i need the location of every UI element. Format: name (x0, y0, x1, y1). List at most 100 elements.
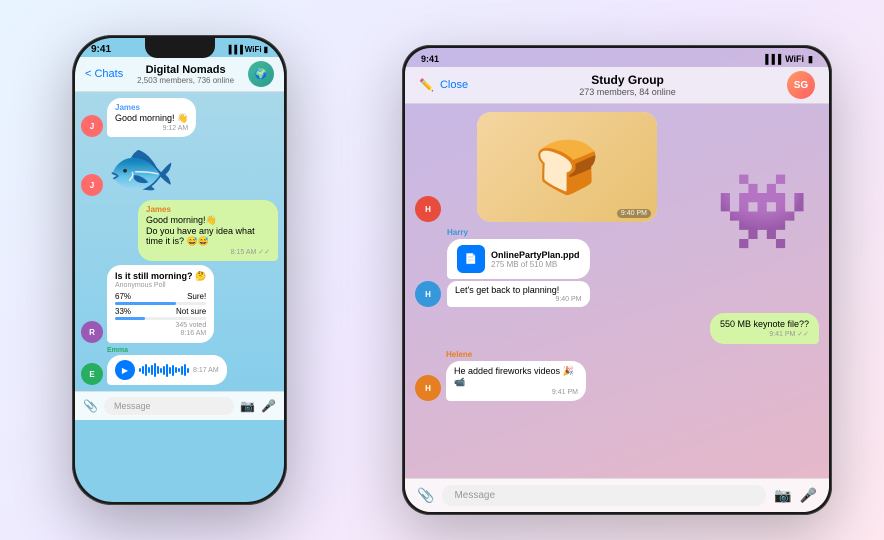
wave-12 (172, 365, 174, 376)
ipad-header-left: ✏️ Close (419, 78, 468, 92)
voice-msg-container: Emma ▶ (107, 347, 227, 385)
iphone-chat-header: < Chats Digital Nomads 2,503 members, 73… (75, 57, 284, 92)
sender-james: James (115, 103, 188, 112)
ipad-chat-body: H 🍞 9:40 PM 👾 H Harry (405, 104, 829, 478)
bubble-right-ipad: 550 MB keynote file?? 9:41 PM ✓✓ (710, 313, 819, 344)
poll-time: 8:16 AM (115, 330, 206, 337)
harry-text-bubble: Let's get back to planning! 9:40 PM (447, 281, 590, 307)
ipad-sticker-monster: 👾 (716, 164, 809, 256)
wave-7 (157, 366, 159, 374)
attachment-icon[interactable]: 📎 (83, 399, 98, 413)
wave-4 (148, 367, 150, 373)
bubble-james-right: James Good morning!👋Do you have any idea… (138, 200, 278, 261)
ipad-header-center: Study Group 273 members, 84 online (468, 73, 787, 97)
msg-sticker: J 🐟 (81, 141, 278, 196)
helene-msg-text: He added fireworks videos 🎉📹 (454, 366, 574, 387)
wave-17 (187, 368, 189, 373)
msg-text-james-r: Good morning!👋Do you have any idea what … (146, 215, 255, 246)
monster-emoji: 👾 (716, 169, 809, 253)
ipad-close-button[interactable]: Close (440, 79, 468, 91)
ipad-chat-title: Study Group (468, 73, 787, 87)
wave-1 (139, 368, 141, 372)
sticker-fish: 🐟 (107, 141, 175, 196)
avatar-helene: H (415, 375, 441, 401)
filesize: 275 MB of 510 MB (491, 260, 580, 269)
toast-sticker: 🍞 (535, 137, 600, 198)
msg-james-right: James Good morning!👋Do you have any idea… (81, 200, 278, 261)
wave-13 (175, 367, 177, 373)
helene-bubble: He added fireworks videos 🎉📹 9:41 PM (446, 361, 586, 401)
ipad-message-input[interactable]: Message (442, 485, 766, 506)
iphone-header-info: Digital Nomads 2,503 members, 736 online (129, 64, 242, 85)
helene-msg-time: 9:41 PM (454, 389, 578, 396)
helene-sender: Helene (446, 350, 586, 359)
ipad-status-icons: ▐▐▐ WiFi ▮ (762, 54, 813, 65)
ipad-wifi-icon: WiFi (785, 54, 804, 65)
msg-james-1: J James Good morning! 👋 9:12 AM (81, 98, 278, 137)
poll-label-2: 33%Not sure (115, 307, 206, 316)
file-info: OnlinePartyPlan.ppd 275 MB of 510 MB (491, 250, 580, 269)
iphone-device: 9:41 ▐▐▐ WiFi ▮ < Chats Digital Nomads 2… (72, 35, 287, 505)
poll-bar-bg-1 (115, 302, 206, 305)
iphone-input-bar: 📎 Message 📷 🎤 (75, 391, 284, 420)
harry-msg-container: Harry 📄 OnlinePartyPlan.ppd 275 MB of 51… (447, 228, 590, 307)
poll-option-1: 67%Sure! (115, 292, 206, 305)
wave-9 (163, 366, 165, 375)
wave-6 (154, 363, 156, 377)
waveform (139, 362, 189, 378)
wave-15 (181, 366, 183, 375)
file-bubble: 📄 OnlinePartyPlan.ppd 275 MB of 510 MB (447, 239, 590, 279)
battery-icon: ▮ (264, 45, 268, 54)
ipad-camera-icon[interactable]: 📷 (774, 487, 791, 504)
iphone-chat-title: Digital Nomads (129, 64, 242, 76)
iphone-chat-sub: 2,503 members, 736 online (129, 76, 242, 85)
ipad-input-bar: 📎 Message 📷 🎤 (405, 478, 829, 512)
mic-icon[interactable]: 🎤 (261, 399, 276, 413)
msg-text-james-1: Good morning! 👋 (115, 113, 188, 123)
avatar-roxanne: R (81, 321, 103, 343)
poll-bar-bg-2 (115, 317, 206, 320)
play-button[interactable]: ▶ (115, 360, 135, 380)
compose-icon[interactable]: ✏️ (419, 78, 434, 92)
avatar-emma: E (81, 363, 103, 385)
msg-poll: R Is it still morning? 🤔 Anonymous Poll … (81, 265, 278, 343)
image-bubble: 🍞 9:40 PM (477, 112, 657, 222)
msg-keynote-time: 9:41 PM ✓✓ (720, 330, 809, 338)
wave-5 (151, 365, 153, 375)
msg-time-james-1: 9:12 AM (115, 125, 188, 132)
poll-bubble: Is it still morning? 🤔 Anonymous Poll 67… (107, 265, 214, 343)
iphone-chat-avatar: 🌍 (248, 61, 274, 87)
camera-icon[interactable]: 📷 (240, 399, 255, 413)
ipad-chat-avatar: SG (787, 71, 815, 99)
wave-8 (160, 368, 162, 373)
msg-keynote-text: 550 MB keynote file?? (720, 319, 809, 329)
ipad-attachment-icon[interactable]: 📎 (417, 487, 434, 504)
sender-james-r: James (146, 205, 270, 214)
wave-16 (184, 364, 186, 376)
bubble-james-1: James Good morning! 👋 9:12 AM (107, 98, 196, 137)
filename: OnlinePartyPlan.ppd (491, 250, 580, 260)
wifi-icon: WiFi (245, 45, 262, 54)
wave-2 (142, 366, 144, 374)
ipad-chat-sub: 273 members, 84 online (468, 87, 787, 97)
poll-anon: Anonymous Poll (115, 282, 206, 289)
msg-right-row: 550 MB keynote file?? 9:41 PM ✓✓ (415, 313, 819, 344)
back-button[interactable]: < Chats (85, 68, 123, 80)
wave-14 (178, 368, 180, 372)
poll-title: Is it still morning? 🤔 (115, 271, 206, 282)
poll-label-1: 67%Sure! (115, 292, 206, 301)
image-placeholder: 🍞 9:40 PM (477, 112, 657, 222)
poll-bar-fill-2 (115, 317, 145, 320)
ipad-mic-icon[interactable]: 🎤 (800, 487, 817, 504)
file-icon: 📄 (457, 245, 485, 273)
iphone-message-input[interactable]: Message (104, 397, 234, 415)
poll-option-2: 33%Not sure (115, 307, 206, 320)
msg-helene-row: H Helene He added fireworks videos 🎉📹 9:… (415, 350, 819, 401)
msg-voice: E Emma ▶ (81, 347, 278, 385)
voice-sender: Emma (107, 347, 227, 354)
ipad-time: 9:41 (421, 54, 439, 65)
iphone-time: 9:41 (91, 44, 111, 55)
signal-icon: ▐▐▐ (226, 45, 243, 54)
avatar-harry: H (415, 281, 441, 307)
wave-11 (169, 367, 171, 374)
